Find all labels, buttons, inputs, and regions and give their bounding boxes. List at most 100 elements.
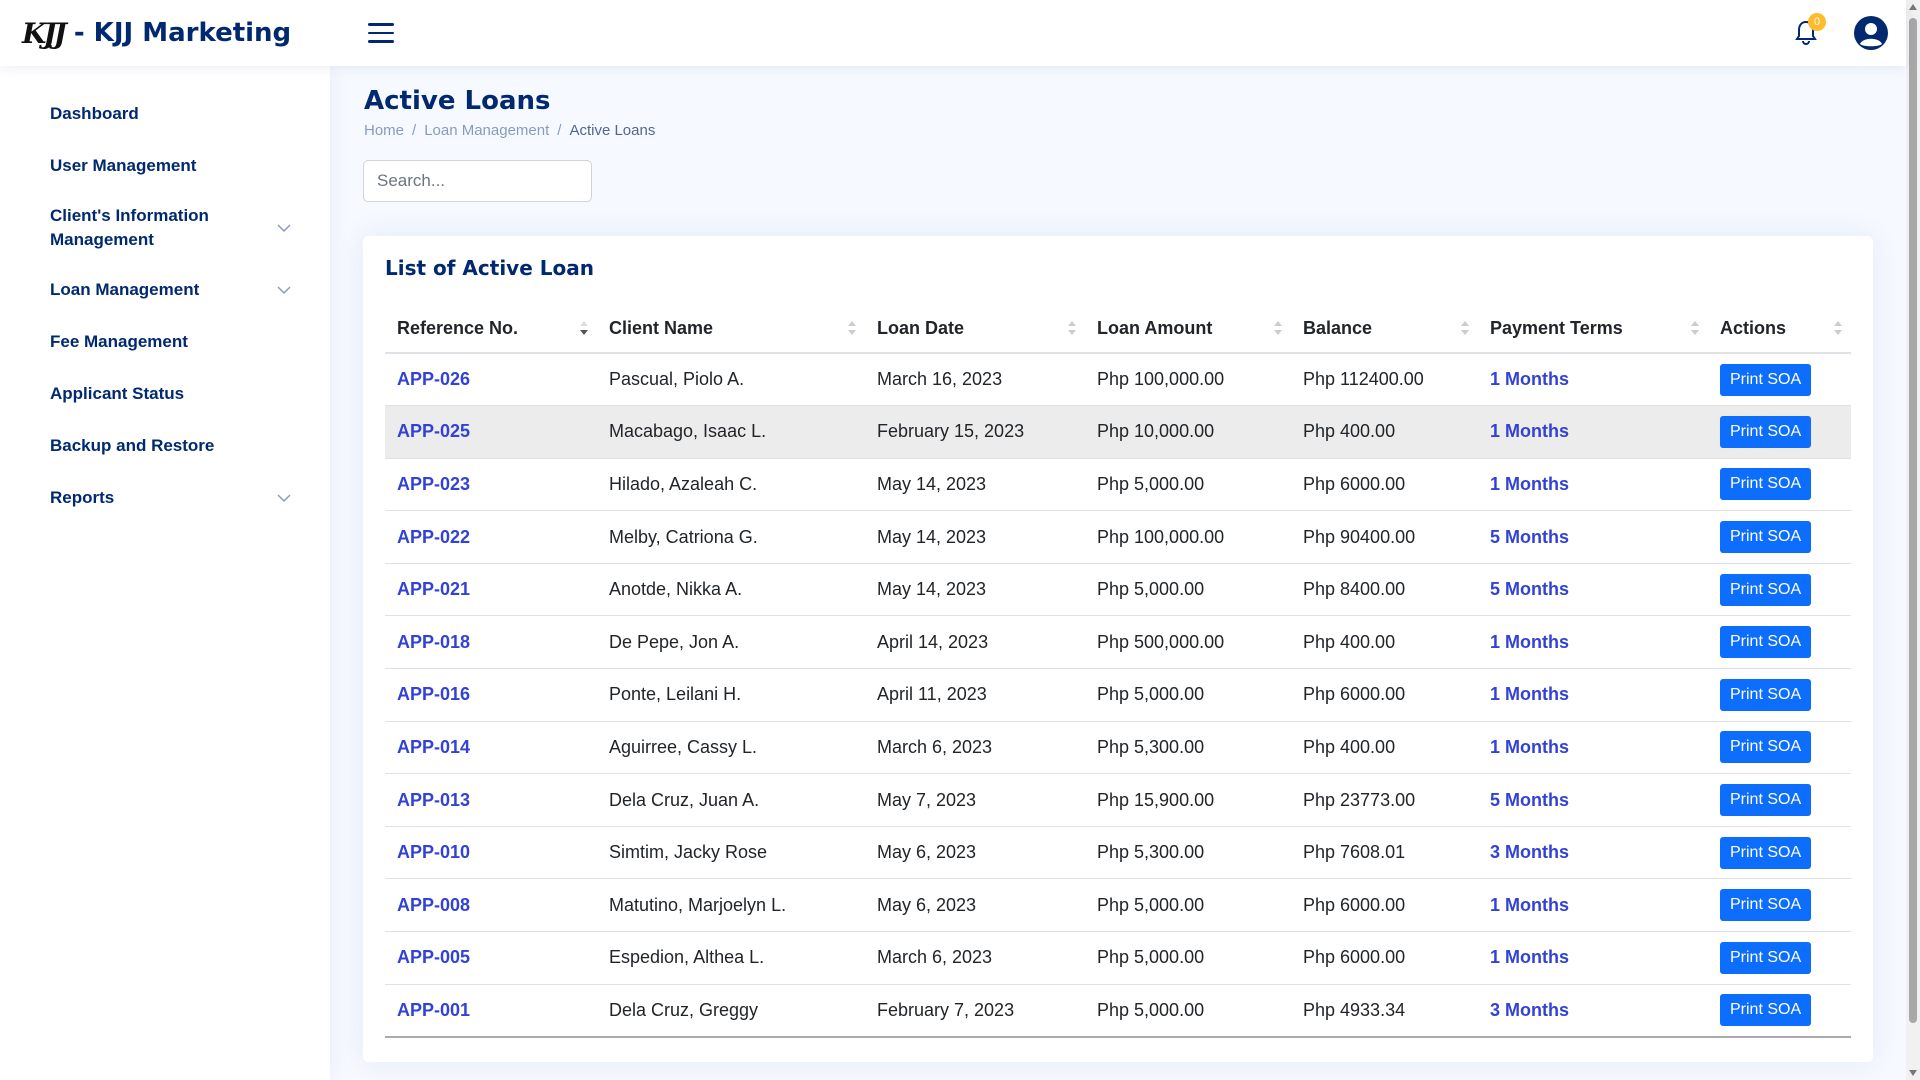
scroll-thumb[interactable] [1909, 18, 1917, 1023]
print-soa-button[interactable]: Print SOA [1720, 626, 1812, 659]
client-name-cell: Simtim, Jacky Rose [597, 826, 865, 880]
reference-link[interactable]: APP-016 [397, 684, 470, 704]
balance-cell: Php 4933.34 [1291, 984, 1478, 1038]
payment-terms-cell: 1 Months [1478, 405, 1708, 459]
client-name-cell: Melby, Catriona G. [597, 510, 865, 564]
column-header-payment-terms[interactable]: Payment Terms [1478, 304, 1708, 354]
column-header-actions[interactable]: Actions [1708, 304, 1851, 354]
sidebar-item-backup-and-restore[interactable]: Backup and Restore [0, 420, 330, 472]
reference-link[interactable]: APP-023 [397, 474, 470, 494]
search-input[interactable] [363, 160, 592, 202]
sidebar-item-loan-management[interactable]: Loan Management [0, 264, 330, 316]
table-row: APP-005 Espedion, Althea L. March 6, 2023 P… [385, 931, 1851, 985]
notification-badge: 0 [1808, 13, 1826, 31]
actions-cell: Print SOA [1708, 510, 1851, 564]
print-soa-button[interactable]: Print SOA [1720, 678, 1812, 711]
print-soa-button[interactable]: Print SOA [1720, 941, 1812, 974]
payment-terms: 1 Months [1490, 421, 1569, 442]
breadcrumb-separator: / [557, 122, 562, 139]
reference-link[interactable]: APP-001 [397, 1000, 470, 1020]
sidebar-item-client-s-information-management[interactable]: Client's Information Management [0, 192, 330, 264]
payment-terms-cell: 3 Months [1478, 826, 1708, 880]
print-soa-button[interactable]: Print SOA [1720, 521, 1812, 554]
client-name: De Pepe, Jon A. [609, 631, 740, 652]
sidebar-item-label: Reports [50, 488, 115, 507]
payment-terms-cell: 1 Months [1478, 353, 1708, 407]
print-soa-button[interactable]: Print SOA [1720, 573, 1812, 606]
print-soa-button[interactable]: Print SOA [1720, 415, 1812, 448]
table-row: APP-001 Dela Cruz, Greggy February 7, 2023… [385, 984, 1851, 1038]
reference-link[interactable]: APP-014 [397, 737, 470, 757]
sort-icon[interactable] [1273, 319, 1283, 337]
loan-date-cell: April 14, 2023 [865, 615, 1085, 670]
print-soa-button[interactable]: Print SOA [1720, 731, 1812, 764]
print-soa-button[interactable]: Print SOA [1720, 784, 1812, 817]
actions-cell: Print SOA [1708, 615, 1851, 670]
loan-amount: Php 15,900.00 [1097, 789, 1215, 810]
sidebar-item-fee-management[interactable]: Fee Management [0, 316, 330, 368]
reference-link-cell: APP-013 [385, 773, 597, 827]
column-header-label: Loan Amount [1097, 317, 1213, 338]
reference-link[interactable]: APP-005 [397, 947, 470, 967]
reference-link[interactable]: APP-026 [397, 369, 470, 389]
main-content: Active Loans Home / Loan Management / Ac… [330, 66, 1906, 1080]
sidebar-item-user-management[interactable]: User Management [0, 140, 330, 192]
column-header-label: Payment Terms [1490, 317, 1623, 338]
loan-date: February 15, 2023 [877, 421, 1025, 442]
sort-icon[interactable] [847, 319, 857, 337]
hamburger-menu-icon[interactable] [368, 17, 394, 49]
reference-link[interactable]: APP-010 [397, 842, 470, 862]
chevron-down-icon [277, 494, 291, 503]
reference-link[interactable]: APP-022 [397, 527, 470, 547]
print-soa-button[interactable]: Print SOA [1720, 468, 1812, 501]
loan-amount-cell: Php 5,300.00 [1085, 826, 1291, 880]
print-soa-button[interactable]: Print SOA [1720, 363, 1812, 396]
client-name-cell: Ponte, Leilani H. [597, 668, 865, 722]
column-header-client-name[interactable]: Client Name [597, 304, 865, 354]
column-header-reference-no[interactable]: Reference No. [385, 304, 597, 354]
loan-date-cell: March 6, 2023 [865, 721, 1085, 775]
sidebar-item-dashboard[interactable]: Dashboard [0, 88, 330, 140]
sidebar: Dashboard User Management Client's Informa… [0, 66, 330, 1080]
balance: Php 4933.34 [1303, 999, 1406, 1020]
breadcrumb-home[interactable]: Home [364, 122, 404, 139]
reference-link[interactable]: APP-018 [397, 632, 470, 652]
scroll-down-icon[interactable] [1909, 1070, 1917, 1076]
actions-cell: Print SOA [1708, 563, 1851, 617]
sort-icon[interactable] [1833, 319, 1843, 337]
reference-link[interactable]: APP-025 [397, 421, 470, 441]
page-scrollbar[interactable] [1906, 0, 1920, 1080]
sidebar-item-applicant-status[interactable]: Applicant Status [0, 368, 330, 420]
user-avatar-icon[interactable] [1854, 16, 1888, 50]
print-soa-button[interactable]: Print SOA [1720, 889, 1812, 922]
reference-link[interactable]: APP-013 [397, 790, 470, 810]
logo[interactable]: KJJ - KJJ Marketing [22, 17, 342, 50]
column-header-loan-amount[interactable]: Loan Amount [1085, 304, 1291, 354]
loan-amount-cell: Php 10,000.00 [1085, 405, 1291, 459]
table-row: APP-026 Pascual, Piolo A. March 16, 2023 Ph… [385, 353, 1851, 407]
scroll-up-icon[interactable] [1909, 4, 1917, 10]
payment-terms-cell: 1 Months [1478, 458, 1708, 512]
print-soa-button[interactable]: Print SOA [1720, 836, 1812, 869]
breadcrumb-current: Active Loans [569, 122, 656, 139]
breadcrumb-loan-management[interactable]: Loan Management [424, 122, 549, 139]
client-name-cell: De Pepe, Jon A. [597, 615, 865, 670]
reference-link[interactable]: APP-008 [397, 895, 470, 915]
sort-icon[interactable] [1067, 319, 1077, 337]
table-row: APP-013 Dela Cruz, Juan A. May 7, 2023 Php … [385, 773, 1851, 827]
payment-terms-cell: 1 Months [1478, 878, 1708, 933]
actions-cell: Print SOA [1708, 984, 1851, 1038]
payment-terms: 5 Months [1490, 789, 1569, 810]
sidebar-item-reports[interactable]: Reports [0, 472, 330, 524]
column-header-loan-date[interactable]: Loan Date [865, 304, 1085, 354]
column-header-balance[interactable]: Balance [1291, 304, 1478, 354]
notifications-button[interactable]: 0 [1788, 13, 1826, 51]
client-name-cell: Espedion, Althea L. [597, 931, 865, 985]
sort-icon[interactable] [579, 319, 589, 337]
reference-link[interactable]: APP-021 [397, 579, 470, 599]
reference-link-cell: APP-022 [385, 510, 597, 564]
sort-icon[interactable] [1460, 319, 1470, 337]
print-soa-button[interactable]: Print SOA [1720, 994, 1812, 1027]
sort-icon[interactable] [1690, 319, 1700, 337]
sidebar-item-label: Loan Management [50, 280, 200, 299]
